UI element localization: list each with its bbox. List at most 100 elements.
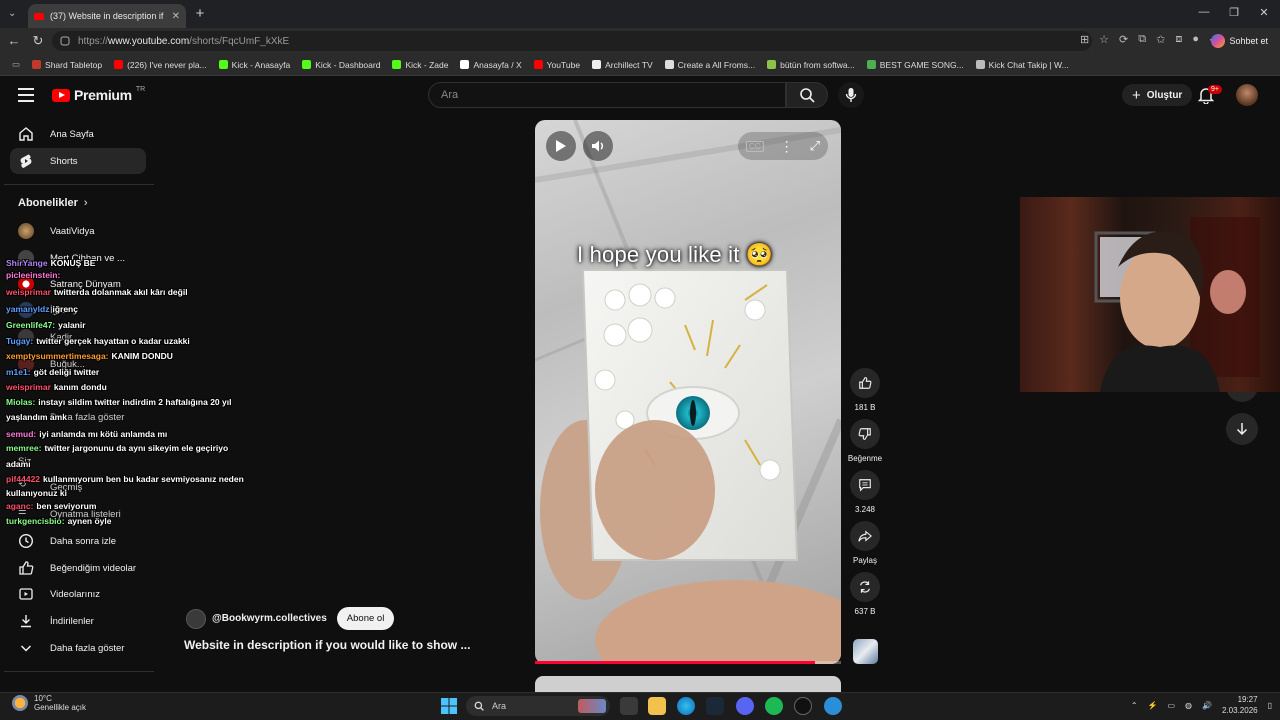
bookmark-item[interactable]: Create a All Froms... [659,60,761,70]
bookmark-item[interactable]: Kick - Anasayfa [213,60,297,70]
back-icon[interactable]: ← [6,33,22,49]
dislike-button[interactable]: Beğenme [848,419,882,463]
create-label: Oluştur [1146,89,1183,101]
video-title[interactable]: Website in description if you would like… [184,638,470,652]
chat-text: twitterda dolanmak akıl kârı değil [53,287,188,297]
volume-button[interactable] [583,131,613,161]
favorite-star-icon[interactable]: ☆ [1099,33,1109,46]
reload-icon[interactable]: ↻ [30,33,46,49]
network-icon[interactable]: ◍ [1185,701,1192,710]
windows-taskbar [0,692,1280,720]
search-input[interactable]: Ara [428,82,786,108]
task-view-icon[interactable] [620,697,638,715]
sound-thumbnail[interactable] [853,639,878,664]
thumbs-up-icon [19,561,34,575]
fullscreen-icon[interactable]: ⤢ [810,138,820,154]
tab-list-chevron-icon[interactable]: ⌄ [8,8,16,19]
tray-chevron-up-icon[interactable]: ⌃ [1131,701,1138,710]
subscriptions-heading[interactable]: Abonelikler › [18,197,88,209]
speaker-icon[interactable]: 🔊 [1202,701,1212,710]
hamburger-menu-icon[interactable] [18,88,34,102]
copilot-button[interactable]: Sohbet et [1205,31,1274,51]
bookmark-item[interactable]: YouTube [528,60,586,70]
subscribe-button[interactable]: Abone ol [336,607,395,630]
next-short-button[interactable] [1226,413,1258,445]
chat-username: aganc: [6,501,34,511]
profile-icon[interactable]: ● [1192,33,1199,46]
sidebar-item-show-more[interactable]: Daha fazla göster [10,635,146,661]
file-explorer-icon[interactable] [648,697,666,715]
chat-text: ben seviyorum [36,501,97,511]
bookmark-item[interactable]: Anasayfa / X [454,60,527,70]
collections-icon[interactable]: ⧈ [1175,33,1182,46]
close-tab-icon[interactable]: ✕ [172,11,180,22]
shorts-video-player[interactable] [535,120,841,664]
steam-icon[interactable] [706,697,724,715]
address-bar[interactable]: https://www.youtube.com/shorts/FqcUmF_kX… [52,31,1092,51]
chat-text: yalanir [58,320,86,330]
refresh-page-icon[interactable]: ⟳ [1119,33,1128,46]
maximize-icon[interactable]: ❐ [1226,6,1242,19]
like-button[interactable]: 181 B [848,368,882,412]
sidebar-item-liked-videos[interactable]: Beğendiğim videolar [10,555,146,581]
comments-button[interactable]: 3.248 [848,470,882,514]
unreal-engine-icon[interactable] [794,697,812,715]
bookmark-item[interactable]: Archillect TV [586,60,659,70]
tab-actions-icon[interactable]: ▭ [6,59,26,70]
extensions-icon[interactable]: ⧉ [1138,33,1146,46]
thumbs-down-icon [858,428,871,440]
bookmark-item[interactable]: Kick Chat Takip | W... [970,60,1075,70]
create-button[interactable]: + Oluştur [1122,84,1193,106]
close-window-icon[interactable]: ✕ [1256,6,1272,19]
chat-username: semud: [6,429,37,439]
display-icon[interactable]: ▭ [1167,701,1175,710]
discord-icon[interactable] [736,697,754,715]
weather-widget[interactable]: 10°C Genellikle açık [12,694,86,712]
youtube-premium-logo[interactable]: Premium TR [52,86,145,103]
chat-message: m1e1: göt deliği twitter [6,367,99,377]
play-button[interactable] [546,131,576,161]
apps-icon[interactable]: ⊞ [1080,33,1089,46]
bookmark-item[interactable]: Kick - Zade [386,60,454,70]
edge-browser-icon[interactable] [677,697,695,715]
search-button[interactable] [786,82,828,108]
start-menu-icon[interactable] [440,697,458,715]
chat-text: KANIM DONDU [111,351,173,361]
clock-date: 2.03.2026 [1222,706,1258,715]
bookmark-item[interactable]: Kick - Dashboard [296,60,386,70]
spotify-icon[interactable] [765,697,783,715]
channel-name[interactable]: @Bookwyrm.collectives [212,613,327,624]
sidebar-item-watch-later[interactable]: Daha sonra izle [10,528,146,554]
taskbar-search[interactable]: Ara [466,696,610,716]
notification-center-icon[interactable]: ▯ [1268,701,1272,710]
sidebar-item-your-videos[interactable]: Videolarınız [10,581,146,607]
bookmark-item[interactable]: bütün from softwa... [761,60,861,70]
captions-icon[interactable]: CC [746,140,764,152]
chat-message: yaşlandım amk [6,412,70,422]
channel-avatar[interactable] [186,608,206,629]
voice-search-button[interactable] [838,82,864,108]
bluetooth-off-icon[interactable]: ⚡ [1148,701,1158,710]
sidebar-item-home[interactable]: Ana Sayfa [10,121,146,147]
share-button[interactable]: Paylaş [848,521,882,565]
minimize-icon[interactable]: — [1196,6,1212,18]
new-tab-button[interactable]: + [192,6,208,22]
sidebar-item-downloads[interactable]: İndirilenler [10,608,146,634]
remix-button[interactable]: 637 B [848,572,882,616]
sidebar-item-shorts[interactable]: Shorts [10,148,146,174]
sidebar-sub-item[interactable]: VaatiVidya [10,218,146,244]
bookmark-item[interactable]: BEST GAME SONG... [861,60,970,70]
account-avatar[interactable] [1236,84,1258,106]
browser-tab[interactable]: (37) Website in description if you w ✕ [28,4,186,28]
app-icon[interactable] [824,697,842,715]
bookmark-item[interactable]: Shard Tabletop [26,60,108,70]
chat-message: adamı [6,459,34,469]
video-progress-bar[interactable] [535,661,841,664]
site-info-icon[interactable] [60,36,70,46]
favorites-icon[interactable]: ✩ [1156,33,1165,46]
bookmark-favicon-icon [114,60,124,69]
more-options-icon[interactable]: ⋮ [780,138,794,155]
system-tray: ⌃ ⚡ ▭ ◍ 🔊 19:27 2.03.2026 ▯ [1131,694,1272,716]
clock[interactable]: 19:27 2.03.2026 [1222,694,1258,716]
bookmark-item[interactable]: (226) I've never pla... [108,60,213,70]
